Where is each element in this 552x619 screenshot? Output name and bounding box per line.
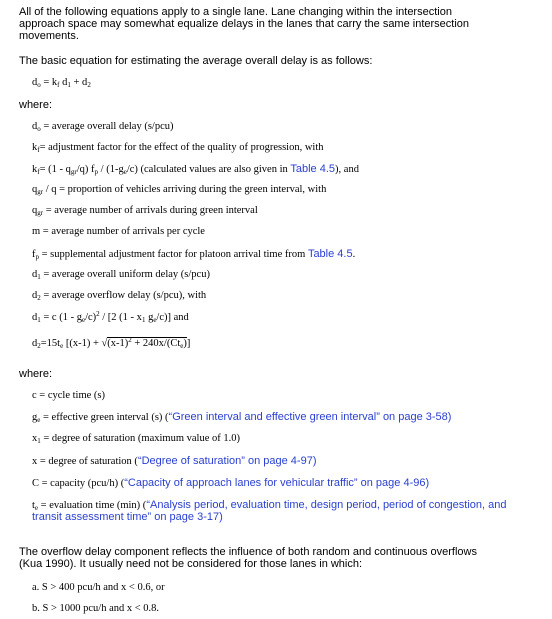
capacity-link[interactable]: “Capacity of approach lanes for vehicula… <box>124 477 425 489</box>
def-kf: kf= adjustment factor for the effect of … <box>32 142 324 154</box>
var-x1: x1 = degree of saturation (maximum value… <box>32 433 240 445</box>
def-d1-equation: d1 = c (1 - ge/c)2 / [2 (1 - x1 ge/c)] a… <box>32 310 189 324</box>
def-d2: d2 = average overflow delay (s/pcu), wit… <box>32 290 207 302</box>
var-ge: ge = effective green interval (s) (“Gree… <box>32 411 452 424</box>
def-d1: d1 = average overall uniform delay (s/pc… <box>32 269 210 281</box>
condition-a: a. S > 400 pcu/h and x < 0.6, or <box>32 582 165 593</box>
var-C: C = capacity (pcu/h) (“Capacity of appro… <box>32 477 430 489</box>
basic-equation-intro: The basic equation for estimating the av… <box>19 55 373 67</box>
condition-b: b. S > 1000 pcu/h and x < 0.8. <box>32 603 160 614</box>
where-label-2: where: <box>19 368 53 380</box>
table-4-5-link[interactable]: Table 4.5 <box>290 163 335 175</box>
def-qgr: qgr = average number of arrivals during … <box>32 205 258 217</box>
var-c: c = cycle time (s) <box>32 390 105 401</box>
var-x: x = degree of saturation (“Degree of sat… <box>32 455 317 467</box>
document-page: All of the following equations apply to … <box>0 0 552 619</box>
def-m: m = average number of arrivals per cycle <box>32 226 205 237</box>
analysis-period-link-cont[interactable]: transit assessment time” on page 3-17) <box>32 511 223 523</box>
def-do: do = average overall delay (s/pcu) <box>32 121 174 133</box>
analysis-period-link[interactable]: “Analysis period, evaluation time, desig… <box>146 499 506 511</box>
def-d2-equation: d2=15te [(x-1) + √(x-1)2 + 240x/(Cte)] <box>32 336 191 350</box>
def-qgr-q: qgr / q = proportion of vehicles arrivin… <box>32 184 327 196</box>
overflow-paragraph: The overflow delay component reflects th… <box>19 546 477 570</box>
degree-of-saturation-link[interactable]: “Degree of saturation” on page 4-97 <box>138 455 313 467</box>
def-kf-equation: kf= (1 - qgr/q) fp / (1-ge/c) (calculate… <box>32 163 359 176</box>
intro-paragraph: All of the following equations apply to … <box>19 6 470 42</box>
green-interval-link[interactable]: “Green interval and effective green inte… <box>169 411 448 423</box>
table-4-5-link-2[interactable]: Table 4.5 <box>308 248 353 260</box>
def-fp: fp = supplemental adjustment factor for … <box>32 248 356 261</box>
where-label-1: where: <box>19 99 53 111</box>
main-equation: do = kf d1 + d2 <box>32 77 91 89</box>
